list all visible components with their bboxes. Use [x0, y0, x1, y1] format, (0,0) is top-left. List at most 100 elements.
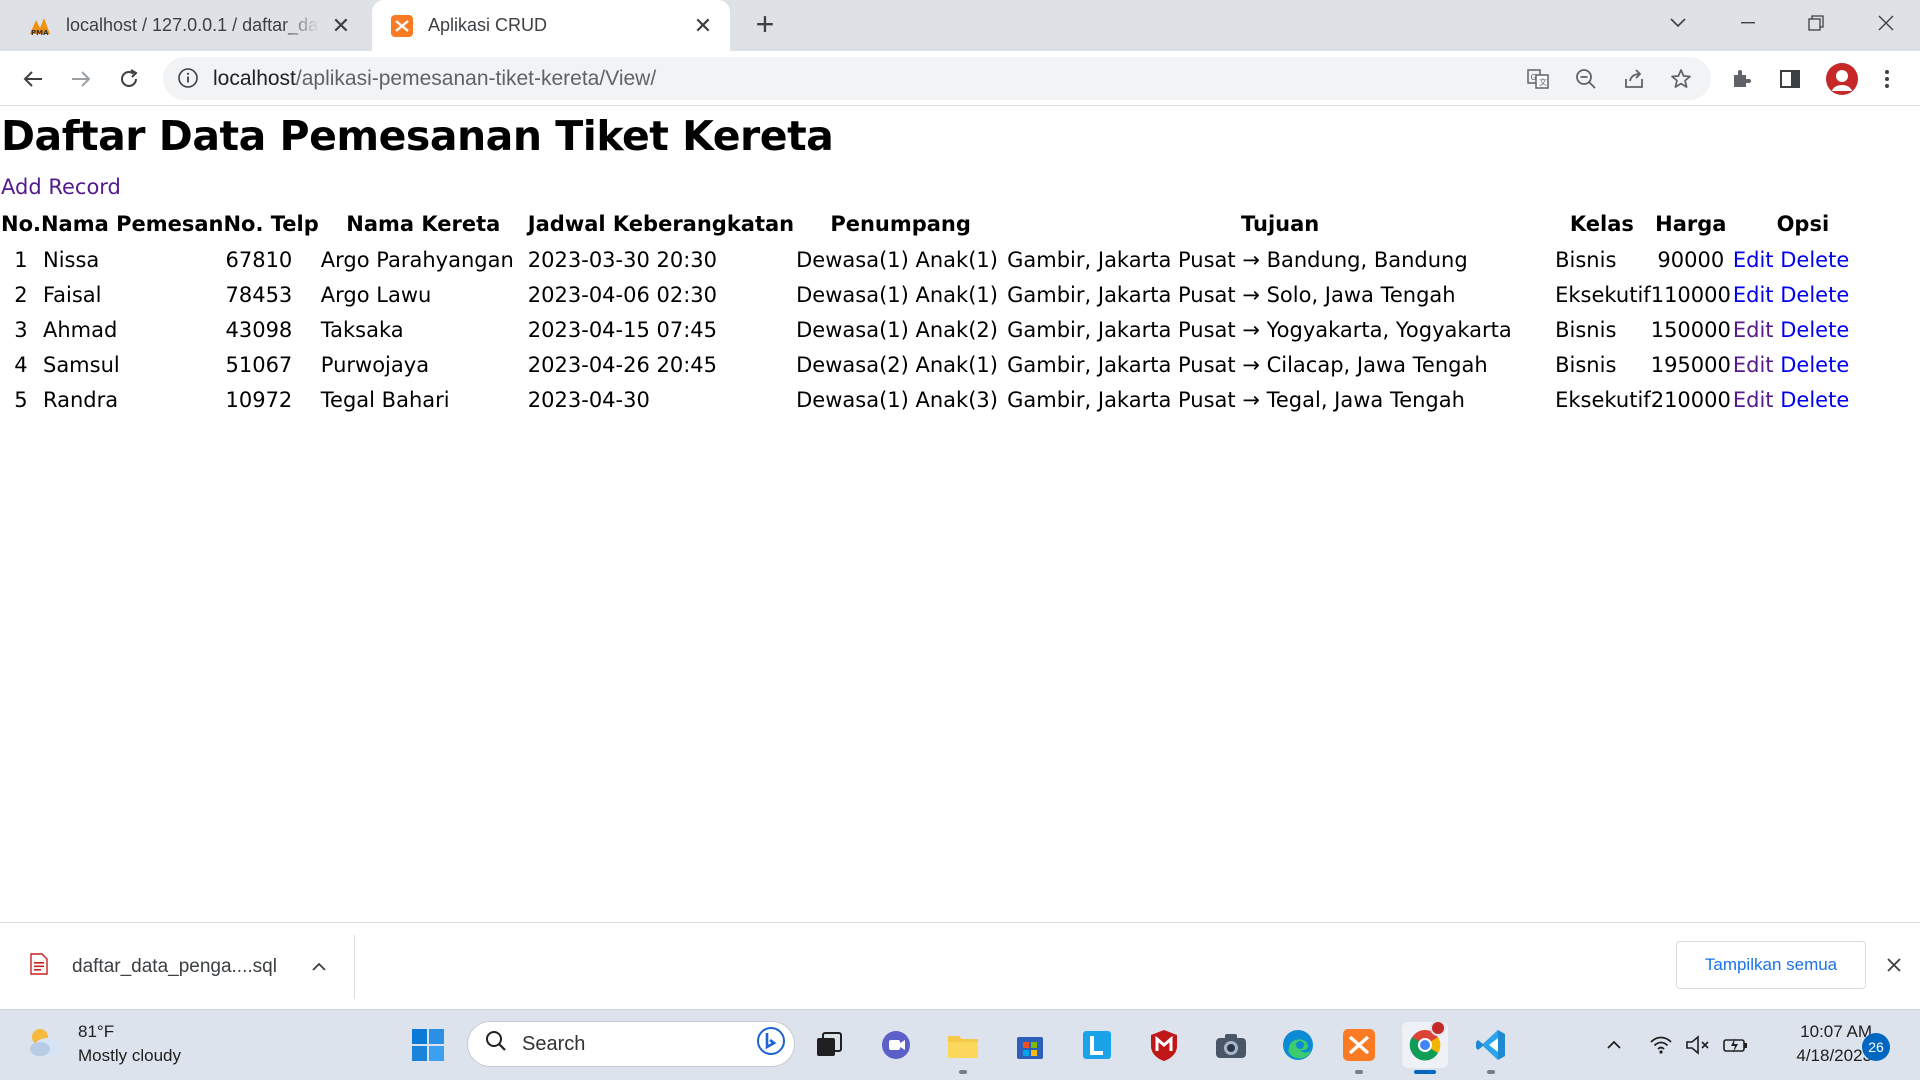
- tab-phpmyadmin[interactable]: PMA localhost / 127.0.0.1 / daftar_data …: [0, 0, 368, 51]
- url-path: /aplikasi-pemesanan-tiket-kereta/View/: [295, 67, 657, 90]
- tab-search-icon[interactable]: [1648, 0, 1708, 45]
- wifi-icon[interactable]: [1648, 1030, 1674, 1060]
- restore-icon[interactable]: [1786, 0, 1846, 45]
- delete-link[interactable]: Delete: [1780, 353, 1849, 377]
- edit-link[interactable]: Edit: [1733, 283, 1774, 307]
- more-menu-icon[interactable]: [1874, 66, 1900, 92]
- active-indicator: [1414, 1070, 1436, 1074]
- taskbar-search-box[interactable]: Search: [467, 1021, 795, 1067]
- cell-jadwal: 2023-04-15 07:45: [527, 317, 718, 342]
- reload-icon[interactable]: [112, 62, 146, 96]
- tab-aplikasi-crud[interactable]: Aplikasi CRUD ✕: [372, 0, 730, 51]
- cell-kereta: Tegal Bahari: [320, 387, 450, 412]
- file-icon: [30, 953, 48, 981]
- teams-chat-icon[interactable]: [873, 1022, 919, 1068]
- cell-penumpang: Dewasa(1) Anak(1): [796, 282, 998, 307]
- translate-icon[interactable]: G文: [1527, 68, 1549, 90]
- close-shelf-icon[interactable]: [1880, 951, 1908, 979]
- header-jadwal: Jadwal Keberangkatan: [527, 212, 795, 236]
- clock-time: 10:07 AM: [1800, 1022, 1872, 1041]
- notification-badge[interactable]: 26: [1862, 1033, 1890, 1061]
- cell-harga: 195000: [1650, 352, 1731, 377]
- tab-title: localhost / 127.0.0.1 / daftar_data: [66, 15, 320, 35]
- task-view-icon[interactable]: [806, 1022, 852, 1068]
- forward-icon[interactable]: [64, 62, 98, 96]
- page-title: Daftar Data Pemesanan Tiket Kereta: [1, 112, 834, 160]
- file-explorer-icon[interactable]: [940, 1022, 986, 1074]
- cell-tujuan: Gambir, Jakarta Pusat → Cilacap, Jawa Te…: [1007, 352, 1488, 377]
- edit-link[interactable]: Edit: [1733, 353, 1774, 377]
- page-content: Daftar Data Pemesanan Tiket Kereta Add R…: [0, 107, 1920, 922]
- profile-avatar-icon[interactable]: [1825, 62, 1859, 96]
- cell-kelas: Bisnis: [1555, 352, 1617, 377]
- cell-kelas: Bisnis: [1555, 247, 1617, 272]
- system-clock[interactable]: 10:07 AM 4/18/2023: [1766, 1020, 1872, 1068]
- phpmyadmin-icon: PMA: [28, 14, 52, 38]
- share-icon[interactable]: [1623, 68, 1645, 90]
- download-shelf: daftar_data_penga....sql Tampilkan semua: [0, 922, 1920, 1009]
- table-row: 5 Randra 10972 Tegal Bahari 2023-04-30 D…: [1, 382, 1875, 417]
- cell-harga: 150000: [1650, 317, 1731, 342]
- cell-no: 1: [14, 247, 28, 272]
- cell-telp: 51067: [225, 352, 293, 377]
- side-panel-icon[interactable]: [1777, 66, 1803, 92]
- header-opsi: Opsi: [1776, 212, 1830, 236]
- extensions-icon[interactable]: [1729, 66, 1755, 92]
- close-tab-icon[interactable]: ✕: [690, 13, 716, 39]
- zoom-out-icon[interactable]: [1575, 68, 1597, 90]
- download-item[interactable]: daftar_data_penga....sql: [30, 945, 327, 989]
- edit-link[interactable]: Edit: [1733, 318, 1774, 342]
- windows-start-icon[interactable]: [405, 1022, 451, 1068]
- search-placeholder: Search: [522, 1032, 586, 1055]
- battery-charging-icon[interactable]: [1722, 1030, 1750, 1060]
- bookings-table: No. Nama Pemesan No. Telp Nama Kereta Ja…: [1, 206, 1875, 417]
- delete-link[interactable]: Delete: [1780, 388, 1849, 412]
- header-harga: Harga: [1655, 212, 1727, 236]
- cell-tujuan: Gambir, Jakarta Pusat → Bandung, Bandung: [1007, 247, 1468, 272]
- weather-widget[interactable]: 81°F Mostly cloudy: [26, 1020, 181, 1068]
- close-window-icon[interactable]: [1856, 0, 1916, 45]
- lark-l-icon[interactable]: [1074, 1022, 1120, 1068]
- site-info-icon[interactable]: [177, 67, 199, 89]
- close-tab-icon[interactable]: ✕: [328, 13, 354, 39]
- delete-link[interactable]: Delete: [1780, 283, 1849, 307]
- chrome-profile-badge: [1430, 1020, 1446, 1036]
- show-all-downloads-button[interactable]: Tampilkan semua: [1676, 941, 1866, 989]
- camera-icon[interactable]: [1208, 1022, 1254, 1068]
- microsoft-store-icon[interactable]: [1007, 1022, 1053, 1068]
- bookmark-star-icon[interactable]: [1670, 68, 1692, 90]
- cell-jadwal: 2023-04-26 20:45: [527, 352, 718, 377]
- header-no-telp: No. Telp: [223, 212, 319, 236]
- chrome-icon[interactable]: [1402, 1020, 1448, 1074]
- edit-link[interactable]: Edit: [1733, 248, 1774, 272]
- delete-link[interactable]: Delete: [1780, 318, 1849, 342]
- edge-icon[interactable]: [1275, 1022, 1321, 1068]
- vscode-icon[interactable]: [1468, 1022, 1514, 1074]
- cell-nama: Nissa: [42, 247, 100, 272]
- cell-opsi: Edit Delete: [1731, 347, 1875, 382]
- header-nama-kereta: Nama Kereta: [346, 212, 501, 236]
- chevron-up-icon[interactable]: [1602, 1030, 1626, 1060]
- cell-telp: 43098: [225, 317, 293, 342]
- delete-link[interactable]: Delete: [1780, 248, 1849, 272]
- back-icon[interactable]: [16, 62, 50, 96]
- cell-opsi: Edit Delete: [1731, 242, 1875, 277]
- cell-kereta: Purwojaya: [320, 352, 430, 377]
- mcafee-icon[interactable]: [1141, 1022, 1187, 1068]
- table-row: 2 Faisal 78453 Argo Lawu 2023-04-06 02:3…: [1, 277, 1875, 312]
- bing-icon[interactable]: [756, 1026, 786, 1062]
- minimize-icon[interactable]: [1718, 0, 1778, 45]
- address-bar[interactable]: localhost/aplikasi-pemesanan-tiket-keret…: [163, 57, 1711, 100]
- volume-muted-icon[interactable]: [1684, 1030, 1712, 1060]
- chevron-up-icon[interactable]: [311, 956, 327, 978]
- cell-kelas: Eksekutif: [1555, 282, 1651, 307]
- add-record-link[interactable]: Add Record: [1, 175, 121, 199]
- xampp-taskbar-icon[interactable]: [1336, 1022, 1382, 1074]
- cell-kereta: Argo Parahyangan: [320, 247, 514, 272]
- cell-harga: 90000: [1657, 247, 1725, 272]
- cell-penumpang: Dewasa(1) Anak(2): [796, 317, 998, 342]
- cell-nama: Ahmad: [42, 317, 118, 342]
- edit-link[interactable]: Edit: [1733, 388, 1774, 412]
- cell-nama: Samsul: [42, 352, 120, 377]
- new-tab-button[interactable]: +: [748, 8, 782, 42]
